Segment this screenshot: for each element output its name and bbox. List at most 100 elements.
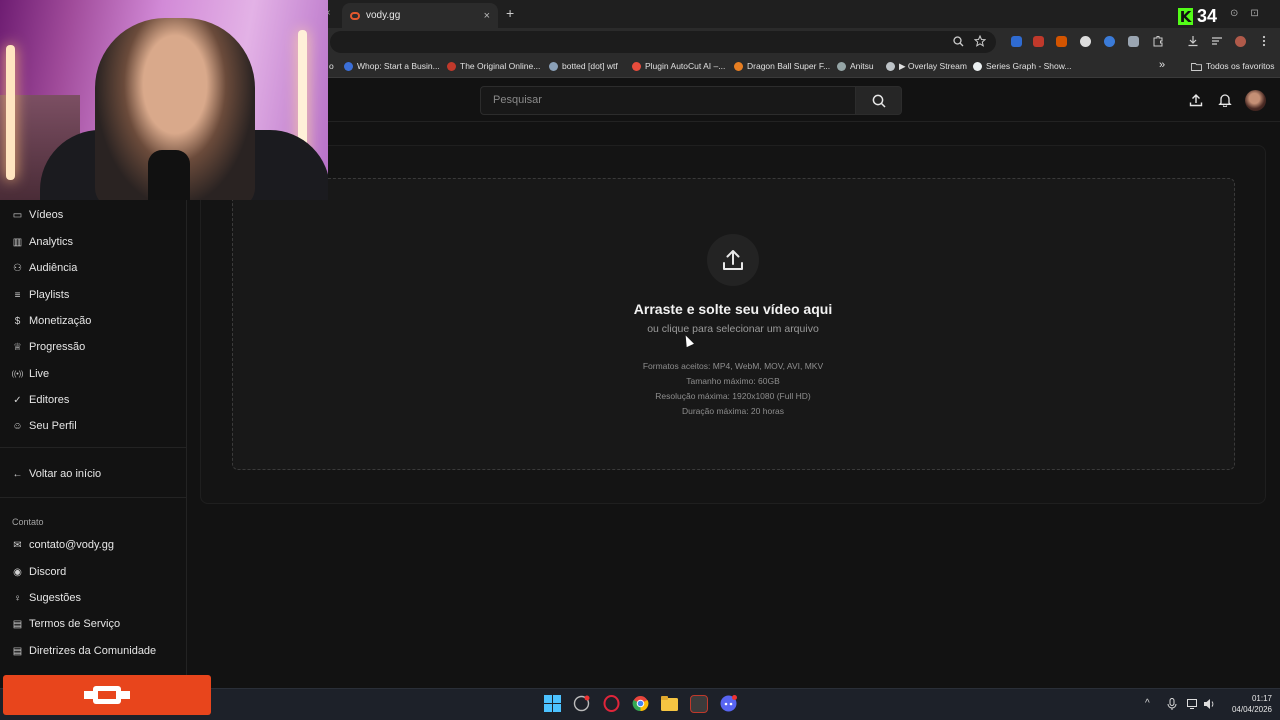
sidebar-item-label: Monetização bbox=[29, 315, 92, 327]
kick-viewer-counter: K 34 bbox=[1178, 6, 1217, 27]
new-tab-button[interactable]: + bbox=[506, 5, 514, 21]
browser-tab[interactable]: vody.gg × bbox=[342, 3, 498, 28]
dropzone-max-duration: Duração máxima: 20 horas bbox=[681, 406, 785, 416]
media-control-icon[interactable] bbox=[1211, 35, 1223, 47]
contact-item[interactable]: ▤ Termos de Serviço bbox=[12, 616, 120, 632]
document-icon: ▤ bbox=[12, 618, 23, 630]
upload-circle bbox=[707, 234, 759, 286]
zoom-icon[interactable] bbox=[953, 36, 964, 47]
search-button[interactable] bbox=[855, 86, 902, 115]
network-icon[interactable] bbox=[1187, 699, 1199, 709]
opera-icon[interactable] bbox=[603, 695, 620, 712]
contact-item-label: Diretrizes da Comunidade bbox=[29, 645, 157, 657]
search-input[interactable]: Pesquisar bbox=[480, 86, 856, 115]
download-icon[interactable] bbox=[1187, 35, 1199, 47]
contact-item-label: contato@vody.gg bbox=[29, 539, 114, 551]
window-controls-icon[interactable]: ⊙⊡ bbox=[1230, 8, 1271, 19]
stream-logo-icon bbox=[84, 686, 130, 704]
bookmark-item[interactable]: Whop: Start a Busin... bbox=[344, 61, 440, 71]
sidebar-item[interactable]: ((•)) Live bbox=[12, 366, 50, 382]
extension-icon[interactable] bbox=[1033, 36, 1044, 47]
bookmark-item[interactable]: The Original Online... bbox=[447, 61, 540, 71]
kick-viewer-count: 34 bbox=[1197, 6, 1218, 26]
clock-date: 04/04/2026 bbox=[1231, 705, 1272, 714]
all-bookmarks-folder[interactable]: Todos os favoritos bbox=[1191, 61, 1275, 71]
sidebar-item[interactable]: ☺ Seu Perfil bbox=[12, 418, 76, 434]
contact-item[interactable]: ◉ Discord bbox=[12, 564, 66, 580]
contact-item[interactable]: ▤ Diretrizes da Comunidade bbox=[12, 643, 156, 659]
sidebar-item[interactable]: ▥ Analytics bbox=[12, 234, 73, 250]
browser-menu-icon[interactable] bbox=[1260, 35, 1268, 47]
discord-icon: ◉ bbox=[13, 566, 22, 578]
bookmark-item[interactable]: Series Graph - Show... bbox=[973, 61, 1072, 71]
upload-nav-button[interactable] bbox=[1188, 92, 1204, 108]
list-icon: ≡ bbox=[14, 289, 21, 301]
bookmark-partial[interactable]: o bbox=[329, 61, 334, 71]
windows-start-icon[interactable] bbox=[544, 695, 561, 712]
bookmark-label: Dragon Ball Super F... bbox=[747, 61, 831, 71]
bookmark-favicon-icon bbox=[837, 61, 846, 71]
app-icon[interactable] bbox=[690, 695, 708, 713]
chrome-icon[interactable] bbox=[632, 695, 649, 712]
tray-overflow-icon[interactable]: ^ bbox=[1145, 698, 1150, 709]
extension-icon[interactable] bbox=[1056, 36, 1067, 47]
extension-icon[interactable] bbox=[1011, 36, 1022, 47]
dropzone-subtitle[interactable]: ou clique para selecionar um arquivo bbox=[533, 323, 933, 335]
sidebar-item[interactable]: $ Monetização bbox=[12, 313, 92, 329]
contact-item[interactable]: ✉ contato@vody.gg bbox=[12, 537, 114, 553]
bookmark-item[interactable]: Plugin AutoCut AI –... bbox=[632, 61, 725, 71]
users-icon: ⚇ bbox=[13, 262, 22, 274]
discord-icon[interactable] bbox=[720, 695, 737, 712]
profile-avatar-icon[interactable] bbox=[1235, 36, 1246, 47]
extensions-puzzle-icon[interactable] bbox=[1152, 35, 1164, 47]
bookmark-item[interactable]: Anitsu bbox=[837, 61, 874, 71]
contact-item-label: Termos de Serviço bbox=[29, 618, 121, 630]
volume-icon[interactable] bbox=[1203, 698, 1215, 710]
arrow-left-icon: ← bbox=[12, 468, 23, 480]
sidebar-back-home[interactable]: ← Voltar ao início bbox=[12, 466, 102, 482]
app-icon[interactable] bbox=[573, 695, 590, 712]
dropzone-title: Arraste e solte seu vídeo aqui bbox=[633, 301, 833, 317]
lightbulb-icon: ♀ bbox=[13, 592, 22, 604]
extension-icon[interactable] bbox=[1104, 36, 1115, 47]
notifications-button[interactable] bbox=[1217, 92, 1233, 108]
contact-item[interactable]: ♀ Sugestões bbox=[12, 590, 81, 606]
bookmark-favicon-icon bbox=[549, 61, 558, 71]
extension-icon[interactable] bbox=[1080, 36, 1091, 47]
extension-icon[interactable] bbox=[1128, 36, 1139, 47]
user-avatar[interactable] bbox=[1245, 90, 1266, 111]
bookmarks-overflow-button[interactable]: » bbox=[1159, 59, 1165, 71]
taskbar-clock[interactable]: 01:17 04/04/2026 bbox=[1222, 693, 1272, 715]
contact-header: Contato bbox=[12, 517, 44, 527]
bookmark-favicon-icon bbox=[973, 61, 982, 71]
sidebar-item[interactable]: ♕ Progressão bbox=[12, 339, 85, 355]
sidebar-item[interactable]: ⚇ Audiência bbox=[12, 260, 77, 276]
user-check-icon: ✓ bbox=[13, 394, 22, 406]
bookmark-item[interactable]: botted [dot] wtf bbox=[549, 61, 618, 71]
address-bar[interactable] bbox=[330, 31, 996, 53]
bookmark-favicon-icon bbox=[734, 61, 743, 71]
tab-close-button[interactable]: × bbox=[484, 10, 490, 22]
contact-item-label: Discord bbox=[29, 566, 67, 578]
sidebar-item-label: Editores bbox=[29, 394, 70, 406]
bookmark-label: The Original Online... bbox=[460, 61, 541, 71]
bookmark-star-icon[interactable] bbox=[974, 35, 986, 47]
search-icon bbox=[872, 94, 886, 108]
bookmark-favicon-icon bbox=[447, 61, 456, 71]
all-bookmarks-label: Todos os favoritos bbox=[1206, 61, 1275, 71]
trophy-icon: ♕ bbox=[13, 341, 22, 353]
sidebar-item[interactable]: ▭ Vídeos bbox=[12, 207, 63, 223]
bookmark-item[interactable]: Dragon Ball Super F... bbox=[734, 61, 830, 71]
upload-icon bbox=[1189, 94, 1203, 107]
file-explorer-icon[interactable] bbox=[661, 696, 678, 711]
bell-icon bbox=[1218, 94, 1232, 107]
bookmark-item[interactable]: ▶ Overlay Stream bbox=[886, 61, 967, 72]
sidebar-item-label: Analytics bbox=[29, 236, 74, 248]
microphone-icon[interactable] bbox=[1167, 698, 1177, 710]
upload-icon bbox=[723, 250, 743, 270]
sidebar-back-label: Voltar ao início bbox=[29, 468, 102, 480]
sidebar-item-label: Audiência bbox=[29, 262, 78, 274]
sidebar-item[interactable]: ✓ Editores bbox=[12, 392, 69, 408]
sidebar-item[interactable]: ≡ Playlists bbox=[12, 287, 70, 303]
bookmark-label: Anitsu bbox=[850, 61, 874, 71]
